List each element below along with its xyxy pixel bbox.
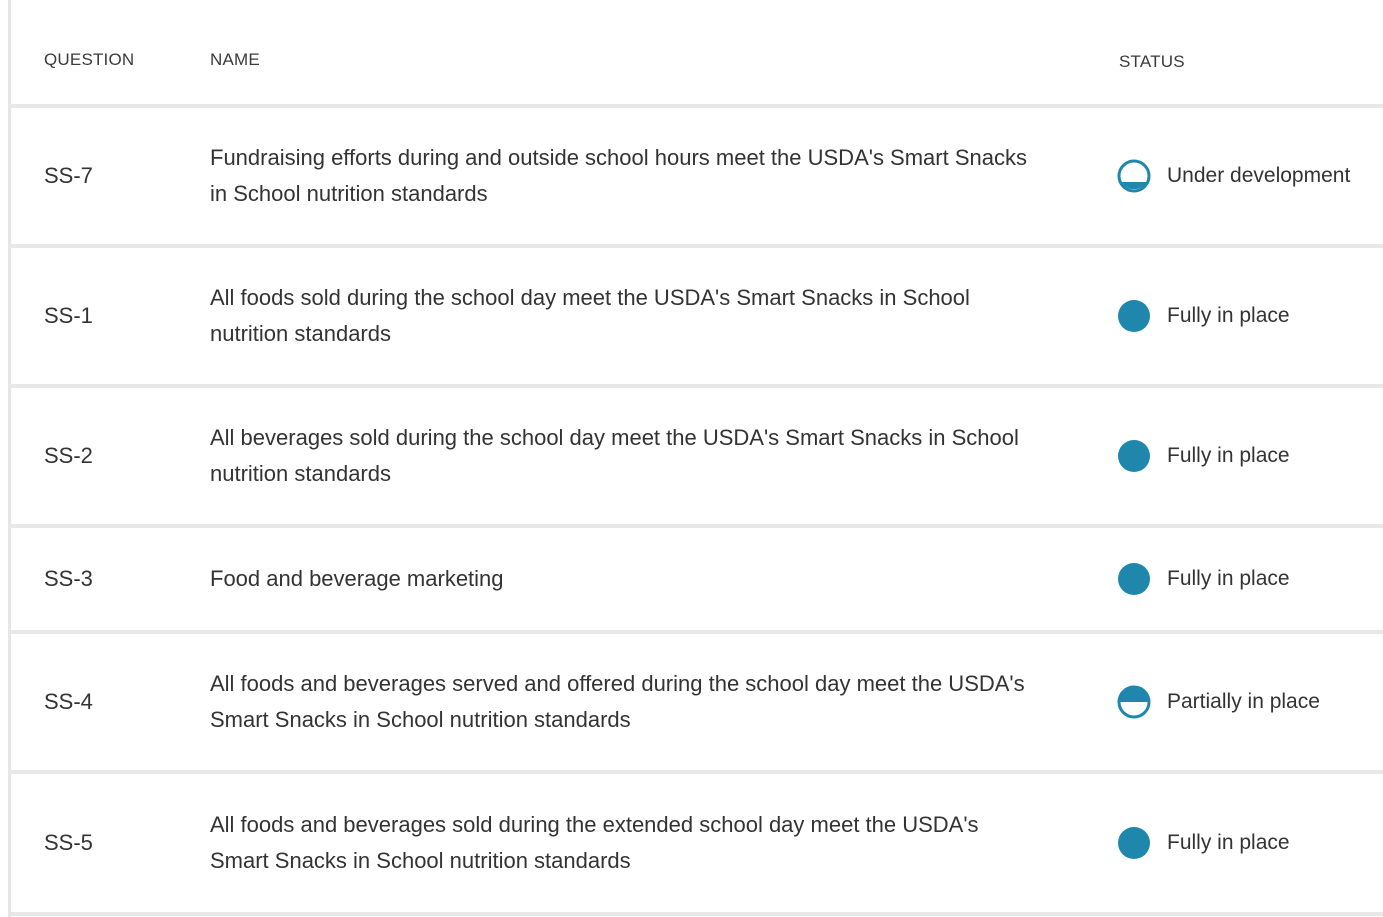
status-under-development-icon	[1117, 159, 1151, 193]
status-label: Fully in place	[1167, 567, 1290, 590]
status-cell: Fully in place	[1117, 826, 1290, 860]
status-fully-in-place-icon	[1117, 299, 1151, 333]
question-id: SS-3	[44, 566, 93, 591]
status-cell: Under development	[1117, 159, 1350, 193]
question-name: All foods sold during the school day mee…	[210, 285, 970, 346]
table-row[interactable]: SS-2 All beverages sold during the schoo…	[11, 388, 1383, 528]
question-id: SS-5	[44, 830, 93, 855]
table-row[interactable]: SS-1 All foods sold during the school da…	[11, 248, 1383, 388]
table-row[interactable]: SS-3 Food and beverage marketing Fully i…	[11, 528, 1383, 634]
status-label: Under development	[1167, 164, 1351, 187]
status-cell: Partially in place	[1117, 685, 1320, 719]
header-name: NAME	[210, 50, 260, 69]
status-label: Fully in place	[1167, 831, 1290, 854]
status-partially-in-place-icon	[1117, 685, 1151, 719]
question-name: Fundraising efforts during and outside s…	[210, 145, 1027, 206]
question-id: SS-2	[44, 443, 93, 468]
table-row[interactable]: SS-7 Fundraising efforts during and outs…	[11, 108, 1383, 248]
status-label: Partially in place	[1167, 690, 1320, 713]
question-name: Food and beverage marketing	[210, 566, 504, 591]
question-name: All foods and beverages served and offer…	[210, 671, 1025, 732]
status-fully-in-place-icon	[1117, 439, 1151, 473]
status-cell: Fully in place	[1117, 299, 1290, 333]
status-table: QUESTION NAME STATUS SS-7 Fundraising ef…	[11, 0, 1383, 916]
question-id: SS-7	[44, 163, 93, 188]
status-cell: Fully in place	[1117, 562, 1290, 596]
header-question: QUESTION	[44, 50, 135, 69]
status-cell: Fully in place	[1117, 439, 1290, 473]
question-id: SS-4	[44, 689, 93, 714]
page: QUESTION NAME STATUS SS-7 Fundraising ef…	[0, 0, 1383, 917]
table-header: QUESTION NAME STATUS	[11, 0, 1383, 108]
table-row[interactable]: SS-4 All foods and beverages served and …	[11, 634, 1383, 774]
status-fully-in-place-icon	[1117, 826, 1151, 860]
status-label: Fully in place	[1167, 444, 1290, 467]
question-id: SS-1	[44, 303, 93, 328]
header-status: STATUS	[1119, 52, 1185, 71]
question-name: All beverages sold during the school day…	[210, 425, 1019, 486]
table-row[interactable]: SS-5 All foods and beverages sold during…	[11, 774, 1383, 916]
status-label: Fully in place	[1167, 304, 1290, 327]
question-name: All foods and beverages sold during the …	[210, 812, 979, 873]
status-fully-in-place-icon	[1117, 562, 1151, 596]
